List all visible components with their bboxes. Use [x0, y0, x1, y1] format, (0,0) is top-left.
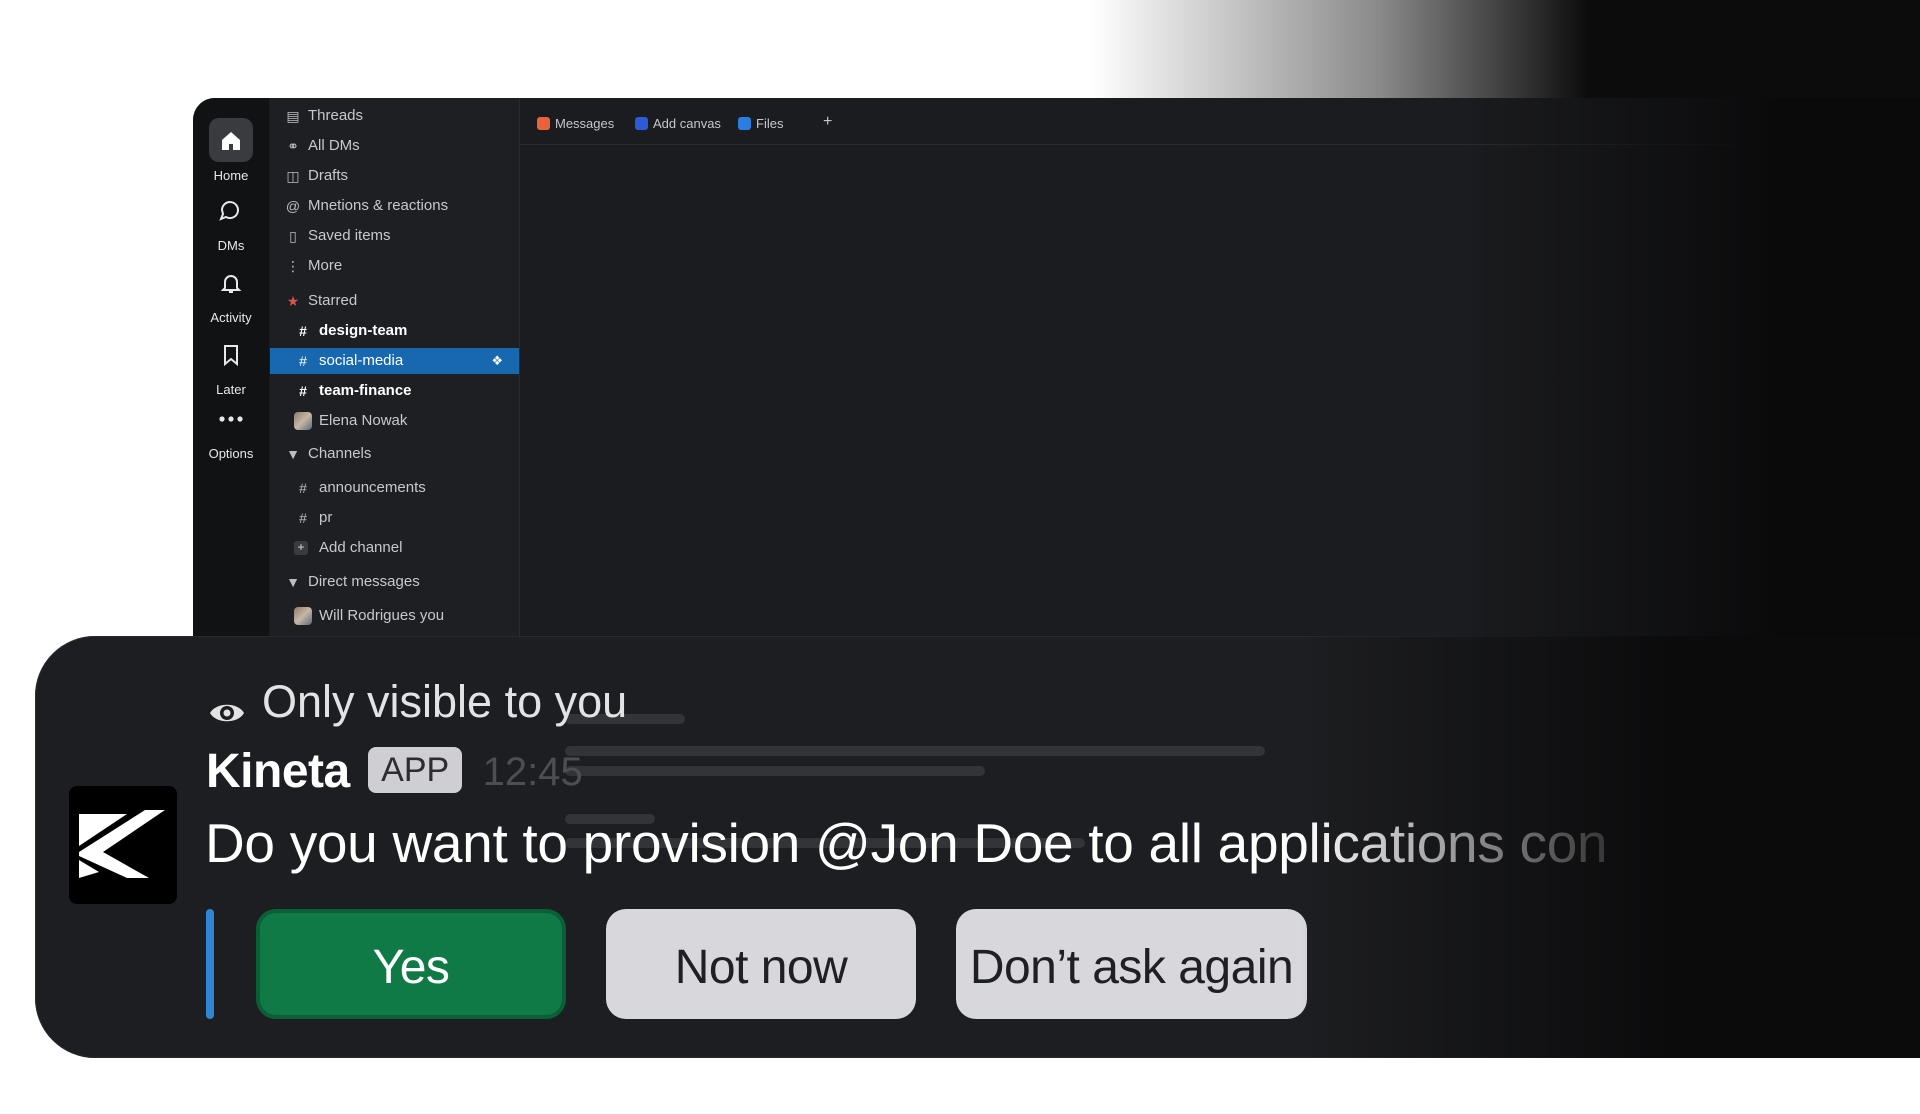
sidebar-item-label: More: [308, 257, 343, 274]
tab-messages[interactable]: Messages: [537, 115, 614, 133]
hash-icon: #: [299, 510, 307, 526]
yes-button[interactable]: Yes: [256, 909, 566, 1019]
sidebar-item-label: Will Rodrigues you: [319, 607, 445, 624]
not-now-button[interactable]: Not now: [606, 909, 916, 1019]
dms-icon: ⚭: [287, 138, 299, 154]
home-icon: [209, 118, 253, 162]
messages-icon: [537, 117, 550, 130]
sidebar-item-label: design-team: [319, 322, 408, 339]
sidebar-item-will-rodrigues[interactable]: Will Rodrigues you: [270, 603, 519, 629]
rail-home-label: Home: [213, 168, 249, 183]
kineta-logo-icon[interactable]: [69, 786, 177, 904]
sidebar-item-label: Add channel: [319, 539, 403, 556]
section-label: Starred: [308, 292, 358, 309]
sidebar-item-drafts[interactable]: ◫ Drafts: [270, 163, 519, 189]
avatar: [294, 412, 312, 430]
bookmark-icon: ▯: [289, 228, 297, 244]
more-horizontal-icon: [209, 396, 253, 440]
sidebar-item-label: team-finance: [319, 382, 412, 399]
bookmark-icon: [209, 332, 253, 376]
section-label: Channels: [308, 445, 372, 462]
sidebar-item-announcements[interactable]: # announcements: [270, 475, 519, 501]
caret-down-icon: ▼: [286, 446, 300, 462]
sidebar-item-label: Threads: [308, 107, 364, 124]
rail-dms-label: DMs: [217, 238, 245, 253]
rail-later-label: Later: [216, 382, 246, 397]
sidebar-item-pr[interactable]: # pr: [270, 505, 519, 531]
hash-icon: #: [299, 480, 307, 496]
rail-dms[interactable]: DMs: [193, 188, 269, 253]
caret-down-icon: ▼: [286, 574, 300, 590]
files-icon: [738, 117, 751, 130]
sidebar-item-label: announcements: [319, 479, 426, 496]
sidebar-item-label: Elena Nowak: [319, 412, 408, 429]
canvas-icon: [635, 117, 648, 130]
hash-icon: #: [299, 353, 307, 369]
add-channel-button[interactable]: + Add channel: [270, 535, 519, 561]
plus-icon: +: [294, 541, 308, 555]
section-channels[interactable]: ▼ Channels: [270, 441, 519, 467]
section-label: Direct messages: [308, 573, 420, 590]
rail-home[interactable]: Home: [193, 118, 269, 183]
drafts-icon: ◫: [286, 168, 300, 184]
app-integration-icon: ❖: [491, 353, 503, 368]
sidebar-item-mentions[interactable]: @ Mnetions & reactions: [270, 193, 519, 219]
sidebar-item-threads[interactable]: ▤ Threads: [270, 103, 519, 129]
section-starred[interactable]: ★ Starred: [270, 288, 519, 314]
sidebar-item-label: Saved items: [308, 227, 391, 244]
star-icon: ★: [286, 293, 300, 309]
timestamp[interactable]: 12:45: [483, 742, 583, 802]
visibility-text: Only visible to you: [262, 676, 628, 727]
sidebar-item-label: Mnetions & reactions: [308, 197, 449, 214]
app-window: Home DMs Activity Later Options ▤ Thread…: [193, 98, 1920, 658]
sidebar-item-label: Drafts: [308, 167, 349, 184]
message-text: Do you want to provision @Jon Doe to all…: [205, 812, 1605, 874]
tab-label: Files: [756, 116, 784, 131]
rail-activity-label: Activity: [210, 310, 252, 325]
hash-icon: #: [299, 323, 307, 339]
rail-options-label: Options: [208, 446, 254, 461]
chat-bubbles-icon: [209, 188, 253, 232]
tab-label: Messages: [555, 116, 615, 131]
rail-options[interactable]: Options: [193, 396, 269, 461]
avatar: [294, 607, 312, 625]
hash-icon: #: [299, 383, 307, 399]
threads-icon: ▤: [286, 108, 300, 124]
app-name[interactable]: Kineta: [206, 745, 350, 798]
workspace-rail: Home DMs Activity Later Options: [193, 98, 269, 658]
sidebar-item-label: All DMs: [308, 137, 360, 154]
sidebar-item-elena-nowak[interactable]: Elena Nowak: [270, 408, 519, 434]
more-vertical-icon: ⋮: [286, 258, 300, 274]
background-gradient: [1090, 0, 1920, 100]
sidebar-item-team-finance[interactable]: # team-finance: [270, 378, 519, 404]
tab-add-canvas[interactable]: Add canvas: [635, 115, 721, 133]
at-icon: @: [285, 198, 301, 214]
window-fade: [1460, 98, 1920, 658]
attachment-accent-bar: [206, 909, 214, 1019]
tab-label: Add canvas: [653, 116, 721, 131]
rail-later[interactable]: Later: [193, 332, 269, 397]
bell-icon: [209, 260, 253, 304]
channel-tab-bar: Messages Add canvas Files +: [520, 98, 1920, 145]
sidebar-item-social-media[interactable]: # social-media ❖: [270, 348, 519, 374]
sidebar-item-label: pr: [319, 509, 333, 526]
app-message-card: Only visible to you Kineta APP 12:45 Do …: [35, 636, 1920, 1058]
channel-sidebar: ▤ Threads ⚭ All DMs ◫ Drafts @ Mnetions …: [270, 98, 520, 658]
section-direct-messages[interactable]: ▼ Direct messages: [270, 569, 519, 595]
dont-ask-again-button[interactable]: Don’t ask again: [956, 909, 1307, 1019]
sidebar-item-saved[interactable]: ▯ Saved items: [270, 223, 519, 249]
sidebar-item-all-dms[interactable]: ⚭ All DMs: [270, 133, 519, 159]
sidebar-item-label: social-media: [319, 352, 404, 369]
rail-activity[interactable]: Activity: [193, 260, 269, 325]
message-header: Kineta APP 12:45: [206, 742, 583, 802]
sidebar-item-design-team[interactable]: # design-team: [270, 318, 519, 344]
eye-icon: [208, 687, 246, 722]
tab-files[interactable]: Files: [738, 115, 783, 133]
app-badge: APP: [368, 747, 463, 793]
add-tab-button[interactable]: +: [823, 113, 832, 131]
sidebar-item-more[interactable]: ⋮ More: [270, 253, 519, 279]
